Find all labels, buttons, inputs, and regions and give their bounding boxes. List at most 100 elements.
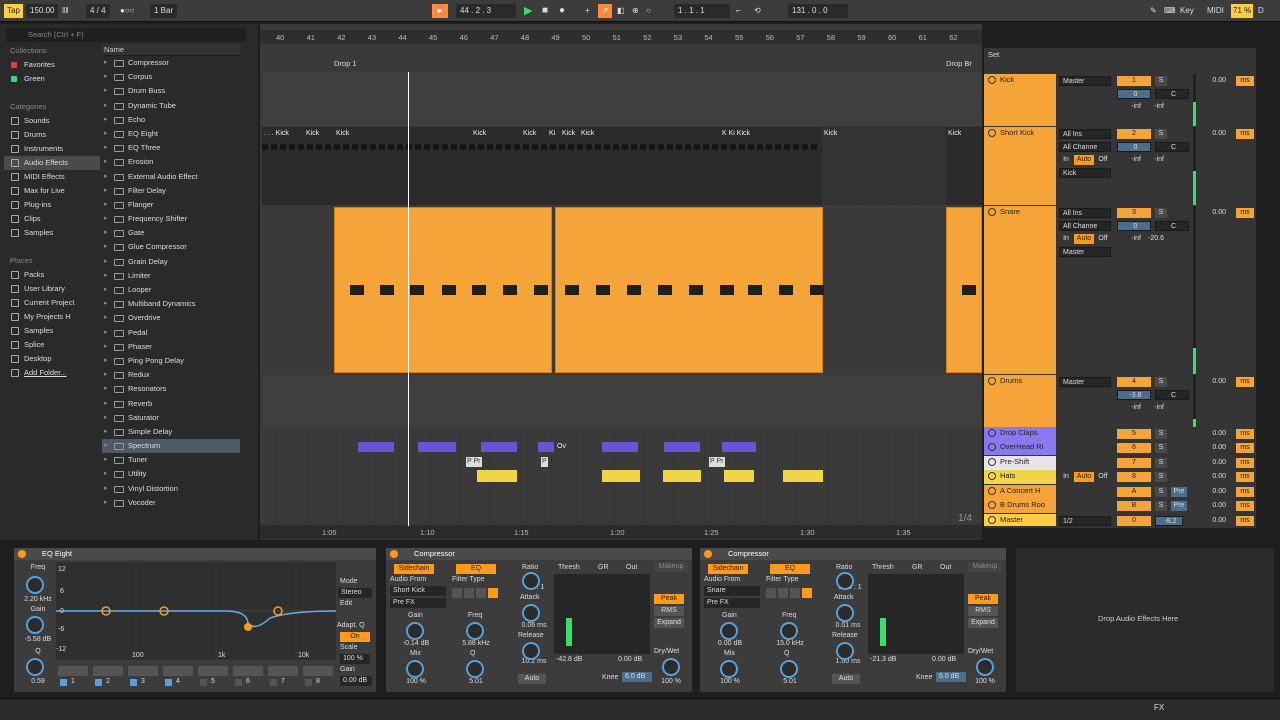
band-filter-type[interactable] — [128, 666, 158, 676]
browser-device-item[interactable]: Multiband Dynamics — [102, 297, 240, 311]
browser-device-item[interactable]: Grain Delay — [102, 255, 240, 269]
overdub-icon[interactable]: + — [585, 4, 590, 18]
q-knob[interactable] — [26, 658, 44, 676]
sc-freq-knob[interactable] — [780, 622, 798, 640]
knee-value[interactable]: 6.0 dB — [936, 672, 966, 682]
monitor-in-button[interactable]: In — [1060, 155, 1072, 165]
solo-button[interactable]: S — [1155, 472, 1167, 482]
track-volume[interactable]: 0.00 — [1200, 458, 1228, 468]
fold-icon[interactable] — [988, 458, 996, 466]
kick-clip-label[interactable]: Kick — [562, 129, 575, 139]
track-activator[interactable]: 0 — [1117, 516, 1151, 526]
track-header[interactable]: Pre-Shift — [984, 456, 1056, 470]
browser-device-item[interactable]: Frequency Shifter — [102, 212, 240, 226]
hats-clip[interactable] — [783, 470, 823, 482]
track-activator[interactable]: 4 — [1117, 377, 1151, 387]
fold-icon[interactable] — [988, 129, 996, 137]
re-enable-automation-icon[interactable]: ◧ — [617, 4, 625, 18]
clap-clip[interactable] — [481, 442, 517, 452]
sidechain-button[interactable]: Sidechain — [394, 564, 434, 574]
pre-fx-select[interactable]: Pre FX — [704, 598, 760, 608]
routing-select[interactable]: Master — [1059, 76, 1111, 86]
clap-clip[interactable] — [664, 442, 700, 452]
sc-freq-value[interactable]: 15.0 kHz — [770, 640, 810, 647]
overhead-clip-label[interactable]: Ov — [557, 442, 566, 452]
category-instruments[interactable]: Instruments — [4, 142, 100, 156]
hats-clip[interactable] — [602, 470, 640, 482]
monitor-off-button[interactable]: Off — [1096, 234, 1110, 244]
filter-shape-icon[interactable] — [476, 588, 486, 598]
channel-select[interactable]: All Channe — [1059, 221, 1111, 231]
pan-center[interactable]: C — [1155, 390, 1189, 400]
adapt-q-on-button[interactable]: On — [340, 632, 370, 642]
fold-icon[interactable] — [988, 501, 996, 509]
browser-device-item[interactable]: Gate — [102, 226, 240, 240]
sc-gain-value[interactable]: -0.14 dB — [396, 640, 436, 647]
hats-clip[interactable] — [724, 470, 754, 482]
monitor-in-button[interactable]: In — [1060, 472, 1072, 482]
device-power-icon[interactable] — [18, 550, 26, 558]
attack-knob[interactable] — [522, 604, 540, 622]
kick-clip-label[interactable]: Kick — [336, 129, 349, 139]
delay-units[interactable]: ms — [1236, 443, 1254, 453]
track-volume[interactable]: 0.00 — [1200, 76, 1228, 86]
browser-device-item[interactable]: Phaser — [102, 340, 240, 354]
sc-q-knob[interactable] — [780, 660, 798, 678]
solo-button[interactable]: S — [1155, 443, 1167, 453]
threshold-value[interactable]: -21.3 dB — [870, 656, 896, 663]
browser-device-item[interactable]: EQ Three — [102, 141, 240, 155]
browser-search-input[interactable]: Search (Ctrl + F) — [6, 28, 246, 42]
track-volume[interactable]: 0.00 — [1200, 487, 1228, 497]
pre-post-toggle[interactable]: Pre — [1171, 487, 1187, 497]
monitor-off-button[interactable]: Off — [1096, 155, 1110, 165]
category-samples[interactable]: Samples — [4, 226, 100, 240]
dry-wet-value[interactable]: 100 % — [970, 678, 1000, 685]
kick-clip-label[interactable]: K Ki Kick — [722, 129, 750, 139]
track-volume[interactable]: 0.00 — [1200, 429, 1228, 439]
place-packs[interactable]: Packs — [4, 268, 100, 282]
sc-mix-value[interactable]: 100 % — [400, 678, 432, 685]
pre-shift-clip[interactable]: P — [541, 457, 548, 467]
sc-q-value[interactable]: 5.01 — [778, 678, 802, 685]
fold-icon[interactable] — [988, 76, 996, 84]
pan-center[interactable]: C — [1155, 89, 1189, 99]
fold-icon[interactable] — [988, 377, 996, 385]
browser-device-item[interactable]: Flanger — [102, 198, 240, 212]
track-header[interactable]: Master — [984, 514, 1056, 526]
band-filter-type[interactable] — [233, 666, 263, 676]
category-max-for-live[interactable]: Max for Live — [4, 184, 100, 198]
track-volume[interactable]: 0.00 — [1200, 501, 1228, 511]
browser-device-item[interactable]: Filter Delay — [102, 184, 240, 198]
release-auto-button[interactable]: Auto — [518, 674, 546, 684]
band-filter-type[interactable] — [163, 666, 193, 676]
clap-clip[interactable] — [358, 442, 394, 452]
place-user-library[interactable]: User Library — [4, 282, 100, 296]
draw-mode-icon[interactable]: ✎ — [1150, 4, 1157, 18]
rms-button[interactable]: RMS — [654, 606, 684, 616]
output-select[interactable]: Master — [1059, 247, 1111, 257]
solo-button[interactable]: S — [1155, 458, 1167, 468]
freq-knob[interactable] — [26, 576, 44, 594]
sc-freq-value[interactable]: 5.88 kHz — [456, 640, 496, 647]
audio-from-select[interactable]: Short Kick — [390, 586, 446, 596]
delay-units[interactable]: ms — [1236, 487, 1254, 497]
output-select[interactable]: Kick — [1059, 168, 1111, 178]
routing-select[interactable]: 1/2 — [1059, 516, 1111, 526]
makeup-button[interactable]: Makeup — [968, 562, 1002, 572]
pan-center[interactable]: C — [1155, 221, 1189, 231]
solo-button[interactable]: S — [1155, 76, 1167, 86]
monitor-auto-button[interactable]: Auto — [1074, 472, 1094, 482]
capture-icon[interactable]: ⊕ — [632, 4, 639, 18]
attack-value[interactable]: 0.01 ms — [828, 622, 868, 629]
track-header[interactable]: Drums — [984, 375, 1056, 427]
tempo-field[interactable]: 150.00 — [26, 4, 59, 18]
record-icon[interactable]: ● — [559, 4, 565, 18]
track-volume[interactable]: 0.00 — [1200, 472, 1228, 482]
track-activator[interactable]: 7 — [1117, 458, 1151, 468]
release-knob[interactable] — [522, 642, 540, 660]
quantize-menu[interactable]: 1 Bar — [150, 4, 178, 18]
sidechain-button[interactable]: Sidechain — [708, 564, 748, 574]
band-enable-toggle[interactable] — [270, 679, 277, 686]
routing-select[interactable]: All Ins — [1059, 129, 1111, 139]
browser-device-item[interactable]: EQ Eight — [102, 127, 240, 141]
